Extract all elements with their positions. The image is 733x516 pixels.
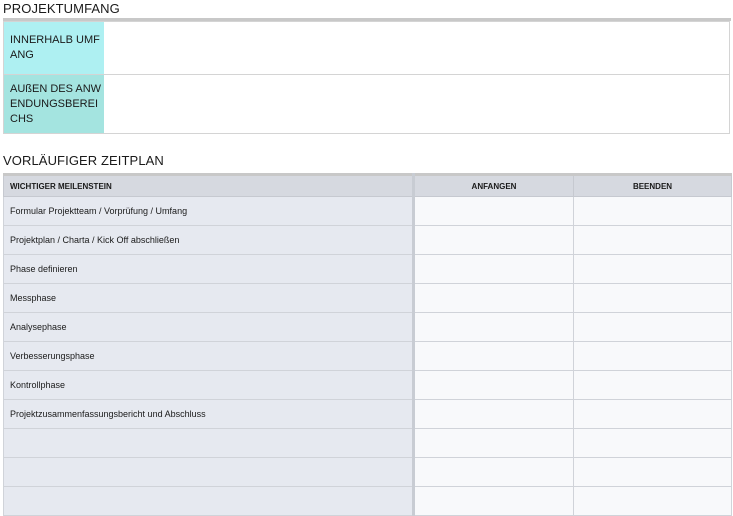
scope-row-in: INNERHALB UMFANG [3, 21, 730, 75]
table-row: Projektzusammenfassungsbericht und Absch… [3, 399, 732, 429]
header-start: ANFANGEN [413, 173, 574, 197]
header-milestone: WICHTIGER MEILENSTEIN [3, 173, 415, 197]
start-cell[interactable] [413, 312, 574, 342]
milestone-cell[interactable]: Messphase [3, 283, 415, 313]
start-cell[interactable] [413, 196, 574, 226]
table-row: Analysephase [3, 312, 732, 342]
end-cell[interactable] [573, 225, 732, 255]
milestone-cell[interactable]: Formular Projektteam / Vorprüfung / Umfa… [3, 196, 415, 226]
start-cell[interactable] [413, 341, 574, 371]
scope-row-out: AUßEN DES ANWENDUNGSBEREICHS [3, 74, 730, 134]
start-cell[interactable] [413, 428, 574, 458]
milestone-cell[interactable] [3, 486, 415, 516]
end-cell[interactable] [573, 254, 732, 284]
milestone-cell[interactable] [3, 457, 415, 487]
scope-value-in[interactable] [103, 21, 730, 75]
start-cell[interactable] [413, 225, 574, 255]
end-cell[interactable] [573, 196, 732, 226]
table-row [3, 457, 732, 487]
end-cell[interactable] [573, 341, 732, 371]
schedule-title: VORLÄUFIGER ZEITPLAN [3, 153, 164, 168]
scope-title: PROJEKTUMFANG [3, 1, 120, 16]
end-cell[interactable] [573, 457, 732, 487]
start-cell[interactable] [413, 370, 574, 400]
start-cell[interactable] [413, 486, 574, 516]
milestone-cell[interactable]: Projektzusammenfassungsbericht und Absch… [3, 399, 415, 429]
end-cell[interactable] [573, 283, 732, 313]
schedule-header-row: WICHTIGER MEILENSTEIN ANFANGEN BEENDEN [3, 173, 732, 197]
header-end: BEENDEN [573, 173, 732, 197]
table-row [3, 428, 732, 458]
scope-label-out: AUßEN DES ANWENDUNGSBEREICHS [3, 74, 104, 134]
start-cell[interactable] [413, 399, 574, 429]
schedule-table: WICHTIGER MEILENSTEIN ANFANGEN BEENDEN F… [3, 173, 732, 516]
milestone-cell[interactable] [3, 428, 415, 458]
scope-value-out[interactable] [103, 74, 730, 134]
table-row: Messphase [3, 283, 732, 313]
table-row: Formular Projektteam / Vorprüfung / Umfa… [3, 196, 732, 226]
scope-label-in: INNERHALB UMFANG [3, 21, 104, 75]
table-row: Phase definieren [3, 254, 732, 284]
end-cell[interactable] [573, 428, 732, 458]
table-row: Kontrollphase [3, 370, 732, 400]
milestone-cell[interactable]: Verbesserungsphase [3, 341, 415, 371]
start-cell[interactable] [413, 283, 574, 313]
table-row [3, 486, 732, 516]
start-cell[interactable] [413, 254, 574, 284]
start-cell[interactable] [413, 457, 574, 487]
end-cell[interactable] [573, 486, 732, 516]
table-row: Projektplan / Charta / Kick Off abschlie… [3, 225, 732, 255]
scope-table: INNERHALB UMFANG AUßEN DES ANWENDUNGSBER… [3, 21, 730, 134]
end-cell[interactable] [573, 399, 732, 429]
end-cell[interactable] [573, 370, 732, 400]
milestone-cell[interactable]: Projektplan / Charta / Kick Off abschlie… [3, 225, 415, 255]
table-row: Verbesserungsphase [3, 341, 732, 371]
milestone-cell[interactable]: Phase definieren [3, 254, 415, 284]
end-cell[interactable] [573, 312, 732, 342]
milestone-cell[interactable]: Analysephase [3, 312, 415, 342]
milestone-cell[interactable]: Kontrollphase [3, 370, 415, 400]
